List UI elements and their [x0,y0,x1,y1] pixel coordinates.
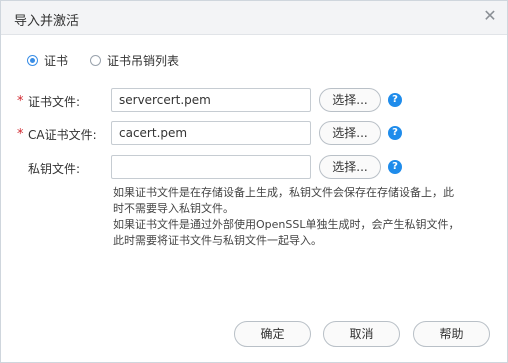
private-key-file-label: 私钥文件: [28,162,81,176]
ca-cert-file-input[interactable] [111,121,311,145]
radio-selected-icon[interactable] [27,55,38,66]
radio-crl-label: 证书吊销列表 [107,54,180,68]
note-line: 时不需要导入私钥文件。 [113,202,234,215]
close-icon[interactable]: ✕ [482,8,498,24]
help-button[interactable]: 帮助 [413,321,490,347]
ok-button[interactable]: 确定 [234,321,311,347]
required-marker: * [17,94,24,109]
private-key-file-browse-button[interactable]: 选择... [319,155,381,179]
cert-file-label: 证书文件: [28,95,81,109]
radio-certificate-label: 证书 [44,54,69,68]
import-activate-dialog: 导入并激活 ✕ 证书 证书吊销列表 * 证书文件: 选择... ? * CA证书… [0,0,508,363]
note-line: 此时需要将证书文件与私钥文件一起导入。 [113,234,322,247]
radio-crl[interactable]: 证书吊销列表 [90,52,179,69]
dialog-title: 导入并激活 [14,14,80,29]
ca-cert-file-label: CA证书文件: [28,128,97,142]
radio-unselected-icon[interactable] [90,55,101,66]
private-key-file-input[interactable] [111,155,311,179]
cancel-button[interactable]: 取消 [323,321,400,347]
note-line: 如果证书文件是通过外部使用OpenSSL单独生成时，会产生私钥文件， [113,218,460,231]
required-marker: * [17,127,24,142]
private-key-note: 如果证书文件是在存储设备上生成，私钥文件会保存在存储设备上，此 时不需要导入私钥… [113,185,493,249]
cert-file-input[interactable] [111,88,311,112]
help-icon[interactable]: ? [388,160,402,174]
dialog-titlebar: 导入并激活 ✕ [1,1,507,35]
help-icon[interactable]: ? [388,93,402,107]
cert-file-browse-button[interactable]: 选择... [319,88,381,112]
ca-cert-file-browse-button[interactable]: 选择... [319,121,381,145]
radio-certificate[interactable]: 证书 [27,52,68,69]
note-line: 如果证书文件是在存储设备上生成，私钥文件会保存在存储设备上，此 [113,186,454,199]
help-icon[interactable]: ? [388,126,402,140]
